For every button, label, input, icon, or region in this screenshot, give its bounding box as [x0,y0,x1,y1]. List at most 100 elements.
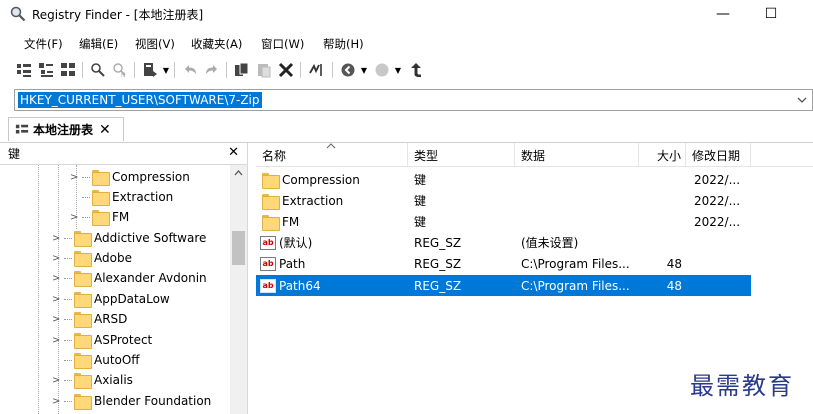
menu-window[interactable]: 窗口(W) [259,35,306,53]
bookmark-dropdown-icon[interactable]: ▼ [162,63,170,77]
bookmark-icon[interactable] [140,60,160,80]
string-value-icon: ab [260,235,276,250]
tree-item[interactable]: > Compression [70,167,190,187]
tab-strip: 本地注册表 ✕ [0,113,813,143]
scrollbar-thumb[interactable] [232,231,245,265]
folder-icon [92,210,110,226]
scroll-up-icon[interactable] [234,169,243,177]
address-bar[interactable]: HKEY_CURRENT_USER\SOFTWARE\7-Zip [14,89,813,111]
tree-scrollbar[interactable] [230,165,247,414]
back-icon[interactable] [338,60,358,80]
col-header-name[interactable]: 名称 [256,143,408,167]
folder-icon [74,353,92,369]
tree-item[interactable]: > Blender Foundation [52,391,211,411]
tree-close-icon[interactable]: ✕ [228,145,239,160]
paste-icon[interactable] [254,60,274,80]
tree-item[interactable]: Extraction [80,187,173,207]
tree-item[interactable]: > Addictive Software [52,228,206,248]
sort-ascending-icon [326,143,336,149]
chevron-right-icon[interactable]: > [70,212,80,223]
tree-item[interactable]: > AppDataLow [52,289,170,309]
toolbar: N ▼ ▼ ▼ [14,58,813,84]
folder-icon [74,333,92,349]
search-icon[interactable] [88,60,108,80]
registry-tree-icon [15,124,29,133]
chevron-right-icon[interactable]: > [52,273,62,284]
chevron-right-icon[interactable]: > [52,314,62,325]
tree-item[interactable]: > FM [70,207,129,227]
list-row[interactable]: FM 键 2022/... [256,211,751,232]
tree-item[interactable]: AutoOff [62,350,140,370]
menu-file[interactable]: 文件(F) [22,35,65,53]
folder-icon [92,170,110,186]
menu-favorites[interactable]: 收藏夹(A) [189,35,244,53]
folder-icon [74,373,92,389]
string-value-icon: ab [260,278,276,293]
list-view-icon[interactable] [58,60,78,80]
menu-help[interactable]: 帮助(H) [321,35,366,53]
forward-icon[interactable] [372,60,392,80]
maximize-button[interactable]: ☐ [748,0,794,28]
window-title: Registry Finder - [本地注册表] [32,8,204,22]
title-bar: Registry Finder - [本地注册表] — ☐ [0,0,813,28]
folder-icon [74,231,92,247]
menu-edit[interactable]: 编辑(E) [77,35,120,53]
chevron-right-icon[interactable]: > [52,233,62,244]
new-tree-icon[interactable] [14,60,34,80]
undo-icon[interactable] [180,60,200,80]
tree-item[interactable]: > Axialis [52,370,133,390]
column-headers: 名称 类型 数据 大小 修改日期 [256,143,813,167]
folder-icon [262,193,280,210]
folder-icon [74,251,92,267]
up-level-icon[interactable] [406,60,426,80]
watermark: 最需教育 [690,372,794,400]
chevron-right-icon[interactable]: > [52,396,62,407]
tree-item[interactable]: > ASProtect [52,330,152,350]
list-row[interactable]: Compression 键 2022/... [256,169,751,190]
list-row[interactable]: ab Path REG_SZ C:\Program Files... 48 [256,253,751,274]
copy-icon[interactable] [232,60,252,80]
col-header-data[interactable]: 数据 [515,143,639,167]
col-header-modified[interactable]: 修改日期 [686,143,751,167]
chevron-right-icon[interactable]: > [52,335,62,346]
address-input[interactable]: HKEY_CURRENT_USER\SOFTWARE\7-Zip [18,92,262,108]
tree-item[interactable]: > ARSD [52,309,127,329]
folder-icon [262,172,280,189]
back-dropdown-icon[interactable]: ▼ [360,63,368,77]
svg-text:N: N [121,72,126,78]
tree-header: 键 ✕ [0,143,247,165]
key-tree-pane: 键 ✕ > Compression Extraction > FM > Addi… [0,143,248,414]
minimize-button[interactable]: — [700,0,746,28]
tree-body: > Compression Extraction > FM > Addictiv… [0,165,230,414]
menu-bar: 文件(F) 编辑(E) 视图(V) 收藏夹(A) 窗口(W) 帮助(H) [0,32,813,54]
list-row[interactable]: Extraction 键 2022/... [256,190,751,211]
string-value-icon: ab [260,256,276,271]
find-next-icon[interactable]: N [110,60,130,80]
tree-header-label: 键 [8,147,21,161]
chevron-down-icon[interactable] [796,93,808,107]
rename-icon[interactable] [306,60,326,80]
forward-dropdown-icon[interactable]: ▼ [394,63,402,77]
folder-icon [74,271,92,287]
tree-item[interactable]: > Adobe [52,248,132,268]
folder-icon [262,214,280,231]
menu-view[interactable]: 视图(V) [133,35,177,53]
folder-icon [74,292,92,308]
chevron-right-icon[interactable]: > [52,375,62,386]
redo-icon[interactable] [202,60,222,80]
chevron-right-icon[interactable]: > [52,294,62,305]
col-header-size[interactable]: 大小 [639,143,686,167]
list-row-selected[interactable]: ab Path64 REG_SZ C:\Program Files... 48 [256,275,751,296]
col-header-type[interactable]: 类型 [408,143,515,167]
chevron-right-icon[interactable]: > [52,253,62,264]
folder-icon [74,394,92,410]
tree-view-icon[interactable] [36,60,56,80]
tree-item[interactable]: > Alexander Avdonin [52,268,207,288]
tab-local-registry[interactable]: 本地注册表 ✕ [8,117,124,141]
list-row[interactable]: ab (默认) REG_SZ (值未设置) [256,232,751,253]
folder-icon [92,190,110,206]
folder-icon [74,312,92,328]
delete-icon[interactable] [276,60,296,80]
chevron-right-icon[interactable]: > [70,172,80,183]
tab-close-icon[interactable]: ✕ [99,122,111,138]
